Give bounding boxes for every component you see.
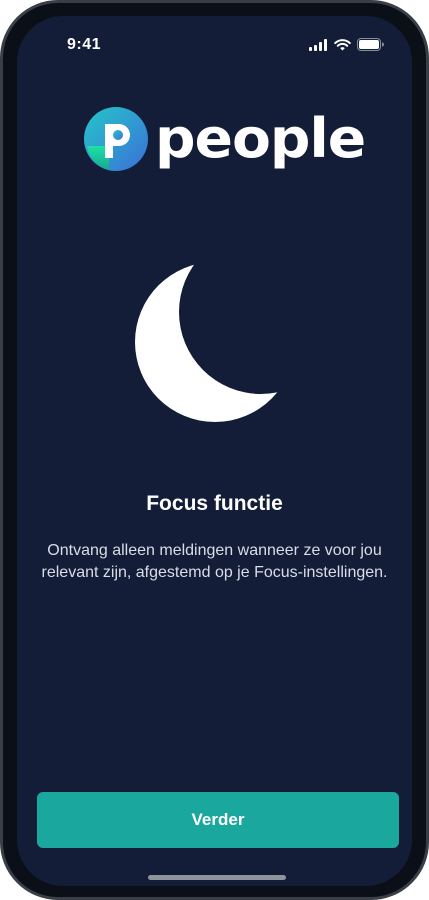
signal-icon: [309, 38, 327, 51]
battery-icon: [357, 38, 384, 51]
phone-frame: 9:41 people Focus functie Ontvang alleen…: [0, 0, 429, 900]
status-time: 9:41: [67, 36, 102, 53]
continue-button[interactable]: Verder: [37, 792, 399, 848]
people-logo-icon: [84, 107, 148, 171]
logo-wordmark: people: [155, 107, 366, 170]
status-icons: [309, 38, 384, 51]
description-text: Ontvang alleen meldingen wanneer ze voor…: [41, 542, 388, 581]
home-indicator: [148, 875, 286, 880]
people-logo: people: [83, 106, 366, 172]
moon-icon: [135, 262, 295, 422]
wifi-icon: [334, 38, 351, 50]
onboarding-screen: 9:41 people Focus functie Ontvang alleen…: [17, 16, 412, 886]
page-title: Focus functie: [146, 492, 283, 515]
